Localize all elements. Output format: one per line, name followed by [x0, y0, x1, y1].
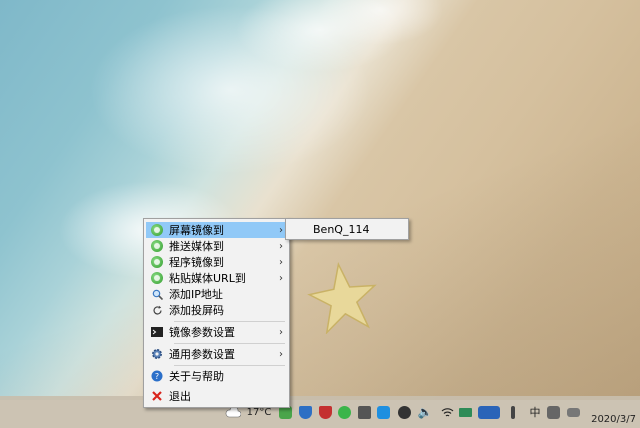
search-icon	[151, 288, 163, 300]
speaker-muted-icon[interactable]: 🔈	[418, 404, 433, 420]
menu-item-label: 添加投屏码	[169, 304, 224, 317]
menu-item-push-media[interactable]: 推送媒体到 ›	[146, 238, 287, 254]
taskbar-date[interactable]: 2020/3/7	[591, 414, 636, 425]
submenu-arrow-icon: ›	[279, 256, 283, 268]
device-submenu: BenQ_114	[285, 218, 409, 240]
menu-item-label: 粘贴媒体URL到	[169, 272, 246, 285]
menu-item-label: 关于与帮助	[169, 370, 224, 383]
desktop-wallpaper	[0, 0, 640, 400]
submenu-item-benq[interactable]: BenQ_114	[313, 223, 369, 236]
submenu-arrow-icon: ›	[279, 272, 283, 284]
battery-icon[interactable]	[458, 404, 472, 420]
menu-item-paste-media-url[interactable]: 粘贴媒体URL到 ›	[146, 270, 287, 286]
menu-item-add-ip[interactable]: 添加IP地址	[146, 286, 287, 302]
menu-item-label: 退出	[169, 390, 191, 403]
pen-icon[interactable]	[506, 404, 520, 420]
shield-icon[interactable]	[298, 404, 312, 420]
menu-item-label: 程序镜像到	[169, 256, 224, 269]
green-mirror-icon	[151, 256, 163, 268]
menu-item-label: 推送媒体到	[169, 240, 224, 253]
submenu-arrow-icon: ›	[279, 348, 283, 360]
menu-item-app-mirror[interactable]: 程序镜像到 ›	[146, 254, 287, 270]
wifi-icon[interactable]	[440, 404, 454, 420]
menu-item-about-help[interactable]: ? 关于与帮助	[146, 368, 287, 384]
refresh-icon	[151, 304, 163, 316]
menu-separator	[174, 365, 285, 366]
input-method-icon[interactable]	[546, 404, 560, 420]
menu-item-label: 镜像参数设置	[169, 326, 235, 339]
submenu-arrow-icon: ›	[279, 326, 283, 338]
menu-item-label: 通用参数设置	[169, 348, 235, 361]
help-icon: ?	[151, 370, 163, 382]
keyboard-icon[interactable]	[566, 404, 580, 420]
green-mirror-icon	[151, 272, 163, 284]
green-mirror-icon	[151, 224, 163, 236]
menu-item-label: 屏幕镜像到	[169, 224, 224, 237]
menu-item-screen-mirror[interactable]: 屏幕镜像到 ›	[146, 222, 287, 238]
menu-item-general-settings[interactable]: 通用参数设置 ›	[146, 346, 287, 362]
security-shield-icon[interactable]	[318, 404, 332, 420]
green-mirror-icon	[151, 240, 163, 252]
menu-separator	[174, 343, 285, 344]
menu-item-add-cast-code[interactable]: 添加投屏码	[146, 302, 287, 318]
cast-app-icon[interactable]	[376, 404, 390, 420]
menu-item-label: 添加IP地址	[169, 288, 223, 301]
starfish-image	[307, 261, 377, 334]
submenu-arrow-icon: ›	[279, 240, 283, 252]
app-tray-icon-2[interactable]	[476, 404, 502, 420]
network-icon[interactable]	[397, 404, 411, 420]
menu-item-mirror-settings[interactable]: 镜像参数设置 ›	[146, 324, 287, 340]
wechat-icon[interactable]	[337, 404, 351, 420]
svg-text:?: ?	[155, 372, 159, 381]
close-icon	[151, 390, 163, 402]
input-method-indicator[interactable]: 中	[527, 404, 543, 420]
menu-item-exit[interactable]: 退出	[146, 388, 287, 404]
monitor-icon[interactable]	[357, 404, 371, 420]
gear-icon	[151, 348, 163, 360]
terminal-icon	[151, 326, 163, 338]
context-menu: 屏幕镜像到 › 推送媒体到 › 程序镜像到 › 粘贴媒体URL到 › 添加IP地…	[143, 218, 290, 408]
menu-separator	[174, 321, 285, 322]
